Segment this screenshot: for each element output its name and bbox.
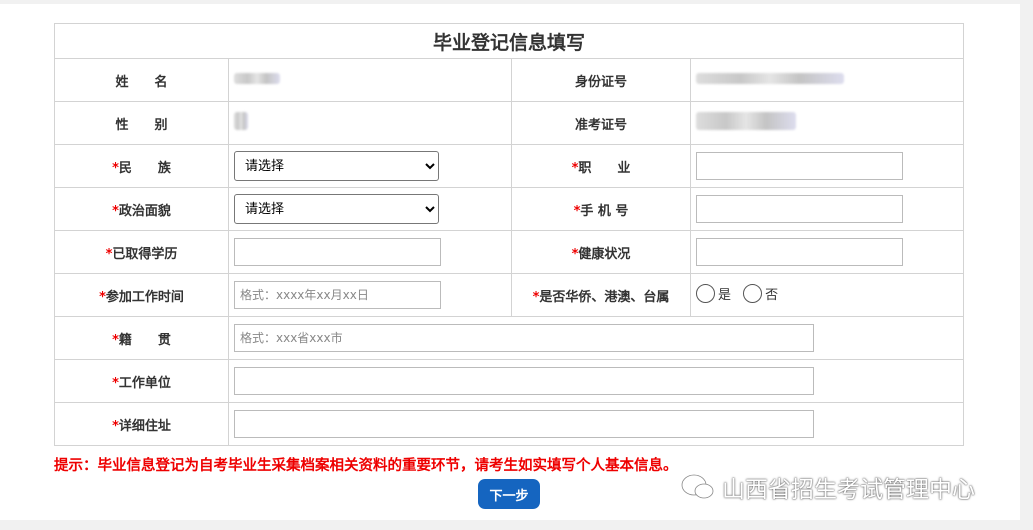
radio-yes-label: 是	[718, 287, 732, 303]
form-title: 毕业登记信息填写	[54, 23, 964, 59]
politics-select[interactable]: 请选择	[234, 194, 439, 224]
radio-circle[interactable]	[696, 283, 715, 303]
label-native: 籍 贯	[118, 332, 171, 348]
watermark-text: 山西省招生考试管理中心	[722, 477, 975, 503]
employer-input[interactable]	[234, 367, 814, 395]
label-gender: 性 别	[54, 101, 229, 145]
work-time-input[interactable]	[234, 281, 441, 309]
wechat-icon	[680, 473, 714, 499]
native-place-input[interactable]	[234, 324, 814, 352]
label-work-time: 参加工作时间	[105, 289, 184, 305]
registration-form-table: 毕业登记信息填写 姓 名 身份证号 性 别 准考证号 *民 族 请选择 *职 业…	[54, 23, 964, 446]
label-id-no: 身份证号	[511, 58, 691, 102]
required-mark: *	[99, 289, 106, 305]
radio-circle[interactable]	[743, 283, 763, 303]
gender-value-blurred	[234, 112, 248, 130]
address-input[interactable]	[234, 410, 814, 438]
overseas-no-radio[interactable]: 否	[743, 283, 779, 303]
name-value-blurred	[234, 72, 280, 84]
radio-no-label: 否	[765, 287, 779, 303]
exam-no-value-blurred	[696, 112, 796, 130]
label-health: 健康状况	[578, 246, 631, 262]
label-ethnicity: 民 族	[118, 160, 171, 176]
next-step-button[interactable]: 下一步	[478, 479, 540, 509]
required-mark: *	[112, 332, 119, 348]
required-mark: *	[112, 418, 119, 434]
label-occupation: 职 业	[578, 160, 631, 176]
label-politics: 政治面貌	[118, 203, 171, 219]
hint-text: 提示：毕业信息登记为自考毕业生采集档案相关资料的重要环节，请考生如实填写个人基本…	[54, 458, 678, 474]
occupation-input[interactable]	[696, 152, 903, 180]
id-no-value-blurred	[696, 72, 844, 84]
required-mark: *	[112, 160, 119, 176]
label-employer: 工作单位	[118, 375, 171, 391]
required-mark: *	[112, 203, 119, 219]
label-exam-no: 准考证号	[511, 101, 691, 145]
label-name: 姓 名	[54, 58, 229, 102]
required-mark: *	[112, 375, 119, 391]
label-education: 已取得学历	[112, 246, 178, 262]
watermark: 山西省招生考试管理中心	[680, 470, 975, 504]
phone-input[interactable]	[696, 195, 903, 223]
label-phone: 手 机 号	[580, 203, 629, 219]
health-input[interactable]	[696, 238, 903, 266]
label-address: 详细住址	[118, 418, 171, 434]
ethnicity-select[interactable]: 请选择	[234, 151, 439, 181]
label-overseas: 是否华侨、港澳、台属	[539, 289, 670, 305]
overseas-yes-radio[interactable]: 是	[696, 283, 732, 303]
education-input[interactable]	[234, 238, 441, 266]
